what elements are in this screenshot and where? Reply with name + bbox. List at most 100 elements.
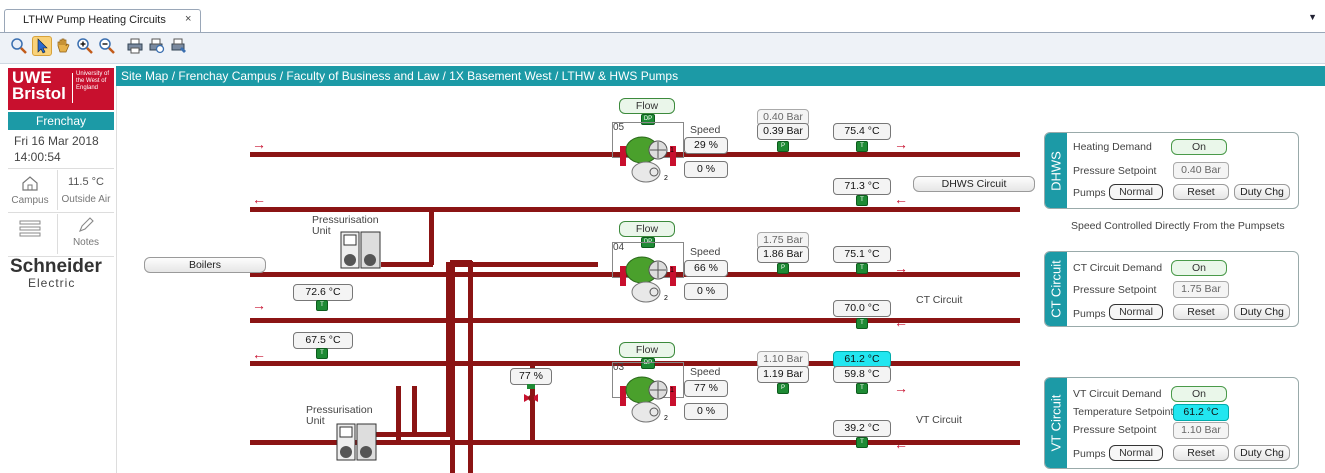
pump04-pressure: 1.86 Bar	[757, 246, 809, 263]
pump03-speed: 77 %	[684, 380, 728, 397]
supply-temp: 72.6 °C	[293, 284, 353, 301]
ct-normal-button[interactable]: Normal	[1109, 304, 1163, 320]
dhws-normal-button[interactable]: Normal	[1109, 184, 1163, 200]
pressurisation-unit-icon	[340, 231, 381, 269]
speed-label: Speed	[690, 366, 721, 378]
ct-pumps-label: Pumps	[1073, 308, 1106, 320]
pump03-flow-temp: 59.8 °C	[833, 366, 891, 383]
riser-pipe	[381, 262, 433, 267]
hamburger-menu-icon	[19, 220, 41, 237]
valve-position: 77 %	[510, 368, 552, 385]
pump03-icon[interactable]: 12	[620, 370, 684, 426]
dhws-reset-button[interactable]: Reset	[1173, 184, 1229, 200]
ct-demand-on-button[interactable]: On	[1171, 260, 1227, 276]
svg-text:1: 1	[670, 147, 674, 154]
pump04-icon[interactable]: 12	[620, 250, 684, 306]
pan-hand-icon[interactable]	[54, 37, 72, 55]
control-valve-icon[interactable]	[522, 384, 540, 410]
ct-duty-change-button[interactable]: Duty Chg	[1234, 304, 1290, 320]
temp-sensor-icon: T	[856, 318, 868, 329]
home-icon	[22, 176, 38, 191]
ct-reset-button[interactable]: Reset	[1173, 304, 1229, 320]
flow-button-pump03[interactable]: Flow	[619, 342, 675, 358]
dhws-return-pipe	[250, 207, 1020, 212]
pump04-speed: 66 %	[684, 260, 728, 277]
temp-sensor-icon: T	[856, 383, 868, 394]
dhws-pressure-setpoint-label: Pressure Setpoint	[1073, 165, 1157, 177]
flow-arrow-icon: →	[252, 136, 266, 152]
zoom-in-icon[interactable]	[76, 37, 94, 55]
pressure-sensor-icon: P	[777, 263, 789, 274]
vt-duty-change-button[interactable]: Duty Chg	[1234, 445, 1290, 461]
print-icon[interactable]	[126, 37, 144, 55]
vt-temp-setpoint[interactable]: 61.2 °C	[1173, 404, 1229, 421]
vt-panel-tag: VT Circuit	[1045, 378, 1067, 468]
boilers-button[interactable]: Boilers	[144, 257, 266, 273]
pressurisation-unit-icon-2	[336, 423, 377, 461]
vt-demand-label: VT Circuit Demand	[1073, 388, 1162, 400]
vt-panel: VT Circuit VT Circuit Demand On Temperat…	[1044, 377, 1299, 469]
vt-pressure-setpoint[interactable]: 1.10 Bar	[1173, 422, 1229, 439]
print-preview-icon[interactable]	[148, 37, 166, 55]
vt-reset-button[interactable]: Reset	[1173, 445, 1229, 461]
pump05-speed-2: 0 %	[684, 161, 728, 178]
speed-label: Speed	[690, 246, 721, 258]
schematic-area: → → ← ← → → ← ← → ← Boilers Pressurisati…	[116, 86, 1325, 473]
outside-air-display: 11.5 °C Outside Air	[58, 174, 114, 210]
flow-button-pump04[interactable]: Flow	[619, 221, 675, 237]
riser-pipe	[429, 207, 434, 265]
breadcrumb-text[interactable]: Site Map / Frenchay Campus / Faculty of …	[121, 69, 678, 83]
svg-text:2: 2	[664, 415, 668, 422]
ct-pressure-setpoint[interactable]: 1.75 Bar	[1173, 281, 1229, 298]
riser-pipe	[468, 261, 473, 473]
outside-air-temp: 11.5 °C	[68, 176, 104, 188]
dhws-circuit-button[interactable]: DHWS Circuit	[913, 176, 1035, 192]
ct-circuit-label: CT Circuit	[916, 294, 963, 306]
heating-demand-label: Heating Demand	[1073, 141, 1152, 153]
print-setup-icon[interactable]	[170, 37, 188, 55]
vt-demand-on-button[interactable]: On	[1171, 386, 1227, 402]
pump04-flow-temp: 75.1 °C	[833, 246, 891, 263]
select-pointer-icon[interactable]	[32, 36, 52, 56]
vt-temp-setpoint-label: Temperature Setpoint	[1073, 406, 1174, 418]
riser-pipe	[450, 261, 455, 473]
temp-sensor-icon: T	[316, 300, 328, 311]
svg-text:2: 2	[664, 175, 668, 182]
return-arrow-icon: ←	[894, 436, 908, 452]
current-time: 14:00:54	[14, 150, 61, 164]
pump04-speed-2: 0 %	[684, 283, 728, 300]
return-temp: 67.5 °C	[293, 332, 353, 349]
dhws-duty-change-button[interactable]: Duty Chg	[1234, 184, 1290, 200]
campus-button[interactable]: Campus	[4, 174, 56, 210]
pump05-flow-temp: 75.4 °C	[833, 123, 891, 140]
zoom-fit-icon[interactable]	[10, 37, 28, 55]
ct-pressure-setpoint-label: Pressure Setpoint	[1073, 284, 1157, 296]
tab-lthw-pump-heating[interactable]: LTHW Pump Heating Circuits ×	[4, 9, 201, 32]
tab-menu-dropdown-icon[interactable]: ▼	[1308, 12, 1317, 22]
pump04-return-temp: 70.0 °C	[833, 300, 891, 317]
pump05-icon[interactable]: 12	[620, 130, 684, 186]
temp-sensor-icon: T	[856, 141, 868, 152]
dhws-pressure-setpoint[interactable]: 0.40 Bar	[1173, 162, 1229, 179]
schneider-logo-electric: Electric	[28, 276, 76, 290]
speed-control-note: Speed Controlled Directly From the Pumps…	[1071, 220, 1285, 232]
return-arrow-icon: ←	[894, 314, 908, 330]
dhws-demand-on-button[interactable]: On	[1171, 139, 1227, 155]
tab-strip: LTHW Pump Heating Circuits × ▼	[0, 0, 1325, 33]
pump05-pressure: 0.39 Bar	[757, 123, 809, 140]
zoom-out-icon[interactable]	[98, 37, 116, 55]
campus-label: Campus	[11, 195, 49, 206]
breadcrumb: Site Map / Frenchay Campus / Faculty of …	[116, 66, 1325, 86]
notes-button[interactable]: Notes	[58, 216, 114, 252]
menu-button[interactable]	[4, 218, 56, 252]
temp-sensor-icon: T	[856, 263, 868, 274]
flow-button-pump05[interactable]: Flow	[619, 98, 675, 114]
return-arrow-icon: ←	[894, 191, 908, 207]
dhws-panel: DHWS Heating Demand On Pressure Setpoint…	[1044, 132, 1299, 209]
vt-normal-button[interactable]: Normal	[1109, 445, 1163, 461]
ct-panel-tag: CT Circuit	[1045, 252, 1067, 326]
tab-close-icon[interactable]: ×	[185, 13, 191, 25]
schneider-logo: Schneider	[10, 256, 102, 277]
svg-text:1: 1	[670, 267, 674, 274]
toolbar	[0, 33, 1325, 64]
